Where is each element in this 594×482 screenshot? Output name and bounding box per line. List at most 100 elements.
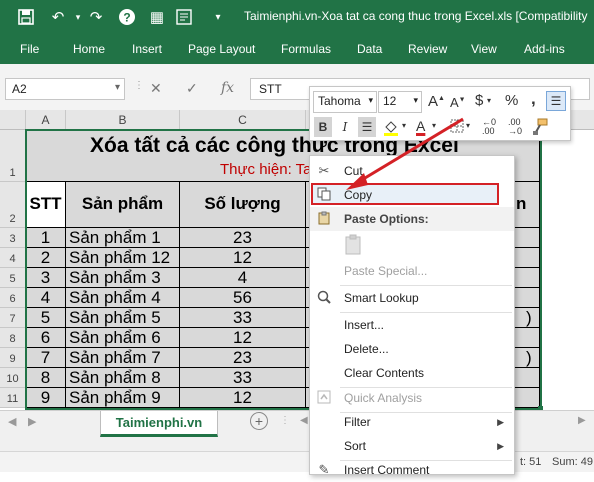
cell-product[interactable]: Sản phẩm 4 bbox=[66, 288, 180, 308]
header-cell-quantity[interactable]: Số lượng bbox=[180, 182, 306, 228]
cell-quantity[interactable]: 33 bbox=[180, 368, 306, 388]
tab-page-layout[interactable]: Page Layout bbox=[188, 42, 255, 56]
menu-item-filter[interactable]: Filter ▶ bbox=[310, 410, 514, 434]
cancel-icon[interactable]: ✕ bbox=[150, 80, 162, 97]
decrease-font-size-icon[interactable]: A▼ bbox=[450, 95, 466, 110]
tab-review[interactable]: Review bbox=[408, 42, 447, 56]
header-cell-extra-text: n bbox=[516, 194, 527, 213]
cell-stt[interactable]: 2 bbox=[26, 248, 66, 268]
increase-decimal-icon[interactable]: ←0.00 bbox=[482, 118, 496, 136]
accounting-format-icon[interactable]: $ bbox=[475, 92, 483, 109]
header-cell-product[interactable]: Sản phẩm bbox=[66, 182, 180, 228]
header-cell-stt[interactable]: STT bbox=[26, 182, 66, 228]
enter-icon[interactable]: ✓ bbox=[186, 80, 198, 97]
scroll-right-icon[interactable]: ▶ bbox=[28, 415, 36, 428]
tab-data[interactable]: Data bbox=[357, 42, 382, 56]
menu-item-insert[interactable]: Insert... bbox=[310, 313, 514, 337]
cell-quantity[interactable]: 4 bbox=[180, 268, 306, 288]
row-header-9[interactable]: 9 bbox=[0, 348, 26, 368]
cell-stt[interactable]: 5 bbox=[26, 308, 66, 328]
tab-home[interactable]: Home bbox=[73, 42, 105, 56]
cell-stt[interactable]: 7 bbox=[26, 348, 66, 368]
menu-item-clear-contents[interactable]: Clear Contents bbox=[310, 361, 514, 385]
cell-quantity[interactable]: 56 bbox=[180, 288, 306, 308]
cell-quantity[interactable]: 33 bbox=[180, 308, 306, 328]
cell-quantity[interactable]: 23 bbox=[180, 228, 306, 248]
add-sheet-icon[interactable]: + bbox=[250, 412, 268, 430]
cell-stt[interactable]: 3 bbox=[26, 268, 66, 288]
cell-product[interactable]: Sản phẩm 6 bbox=[66, 328, 180, 348]
menu-item-delete[interactable]: Delete... bbox=[310, 337, 514, 361]
menu-item-quick-analysis[interactable]: Quick Analysis bbox=[310, 386, 514, 410]
row-header-11[interactable]: 11 bbox=[0, 388, 26, 408]
row-header-7[interactable]: 7 bbox=[0, 308, 26, 328]
cell-product[interactable]: Sản phẩm 12 bbox=[66, 248, 180, 268]
select-all-corner[interactable] bbox=[0, 110, 26, 130]
cell-quantity[interactable]: 23 bbox=[180, 348, 306, 368]
tab-formulas[interactable]: Formulas bbox=[281, 42, 331, 56]
decrease-decimal-icon[interactable]: .00 →0 bbox=[508, 118, 522, 136]
cell-stt[interactable]: 4 bbox=[26, 288, 66, 308]
tab-view[interactable]: View bbox=[471, 42, 497, 56]
menu-item-smart-lookup[interactable]: Smart Lookup bbox=[310, 286, 514, 310]
column-header-b[interactable]: B bbox=[66, 110, 180, 130]
chevron-down-icon[interactable]: ▾ bbox=[487, 96, 491, 105]
splitter-icon[interactable]: ⋮ bbox=[134, 80, 144, 91]
redo-icon[interactable]: ↷ bbox=[86, 7, 106, 27]
cell-product[interactable]: Sản phẩm 7 bbox=[66, 348, 180, 368]
row-header-6[interactable]: 6 bbox=[0, 288, 26, 308]
cell-product[interactable]: Sản phẩm 1 bbox=[66, 228, 180, 248]
customize-toolbar-icon[interactable]: ▾ bbox=[208, 7, 228, 27]
quick-analysis-icon bbox=[316, 390, 332, 406]
font-name-select[interactable]: Tahoma ▾ bbox=[313, 91, 377, 113]
scroll-left-icon[interactable]: ◀ bbox=[8, 415, 16, 428]
insert-function-icon[interactable]: fx bbox=[221, 80, 234, 96]
row-header-3[interactable]: 3 bbox=[0, 228, 26, 248]
tab-insert[interactable]: Insert bbox=[132, 42, 162, 56]
undo-icon[interactable]: ↶ bbox=[48, 7, 68, 27]
cell-stt[interactable]: 9 bbox=[26, 388, 66, 408]
percent-style-icon[interactable]: % bbox=[505, 92, 518, 109]
row-header-1[interactable]: 1 bbox=[0, 130, 26, 182]
format-table-icon[interactable]: ☰ bbox=[546, 91, 566, 111]
menu-item-sort[interactable]: Sort ▶ bbox=[310, 434, 514, 458]
tab-add-ins[interactable]: Add-ins bbox=[524, 42, 565, 56]
increase-font-size-icon[interactable]: A▲ bbox=[428, 93, 445, 110]
grid-icon[interactable]: ▦ bbox=[147, 7, 167, 27]
chevron-down-icon[interactable]: ▾ bbox=[115, 82, 120, 93]
cell-stt[interactable]: 1 bbox=[26, 228, 66, 248]
cell-stt[interactable]: 8 bbox=[26, 368, 66, 388]
menu-item-insert-comment[interactable]: ✎ Insert Comment bbox=[310, 458, 514, 482]
name-box[interactable]: A2 ▾ bbox=[5, 78, 125, 100]
hscroll-left-icon[interactable]: ◀ bbox=[300, 415, 308, 426]
hscroll-right-icon[interactable]: ▶ bbox=[578, 415, 586, 426]
row-header-4[interactable]: 4 bbox=[0, 248, 26, 268]
sheet-tab-taimienphi[interactable]: Taimienphi.vn bbox=[100, 411, 218, 437]
help-icon[interactable]: ? bbox=[117, 7, 137, 27]
cell-product[interactable]: Sản phẩm 9 bbox=[66, 388, 180, 408]
row-header-8[interactable]: 8 bbox=[0, 328, 26, 348]
cell-product[interactable]: Sản phẩm 5 bbox=[66, 308, 180, 328]
tab-file[interactable]: File bbox=[20, 42, 39, 56]
row-header-10[interactable]: 10 bbox=[0, 368, 26, 388]
undo-dropdown-icon[interactable]: ▾ bbox=[68, 7, 88, 27]
cell-quantity[interactable]: 12 bbox=[180, 248, 306, 268]
column-header-a[interactable]: A bbox=[26, 110, 66, 130]
tab-splitter-icon[interactable]: ⋮ bbox=[280, 415, 290, 426]
paste-option-button[interactable] bbox=[310, 231, 514, 257]
cell-quantity[interactable]: 12 bbox=[180, 388, 306, 408]
form-icon[interactable] bbox=[174, 7, 194, 27]
row-header-2[interactable]: 2 bbox=[0, 182, 26, 228]
menu-item-paste-special[interactable]: Paste Special... bbox=[310, 259, 514, 283]
font-size-select[interactable]: 12 ▾ bbox=[378, 91, 422, 113]
format-painter-icon[interactable] bbox=[532, 118, 548, 139]
cell-product[interactable]: Sản phẩm 3 bbox=[66, 268, 180, 288]
submenu-arrow-icon: ▶ bbox=[497, 441, 504, 451]
cell-quantity[interactable]: 12 bbox=[180, 328, 306, 348]
comma-style-icon[interactable]: , bbox=[531, 89, 536, 109]
cell-product[interactable]: Sản phẩm 8 bbox=[66, 368, 180, 388]
save-icon[interactable] bbox=[16, 7, 36, 27]
cell-stt[interactable]: 6 bbox=[26, 328, 66, 348]
row-header-5[interactable]: 5 bbox=[0, 268, 26, 288]
column-header-c[interactable]: C bbox=[180, 110, 306, 130]
